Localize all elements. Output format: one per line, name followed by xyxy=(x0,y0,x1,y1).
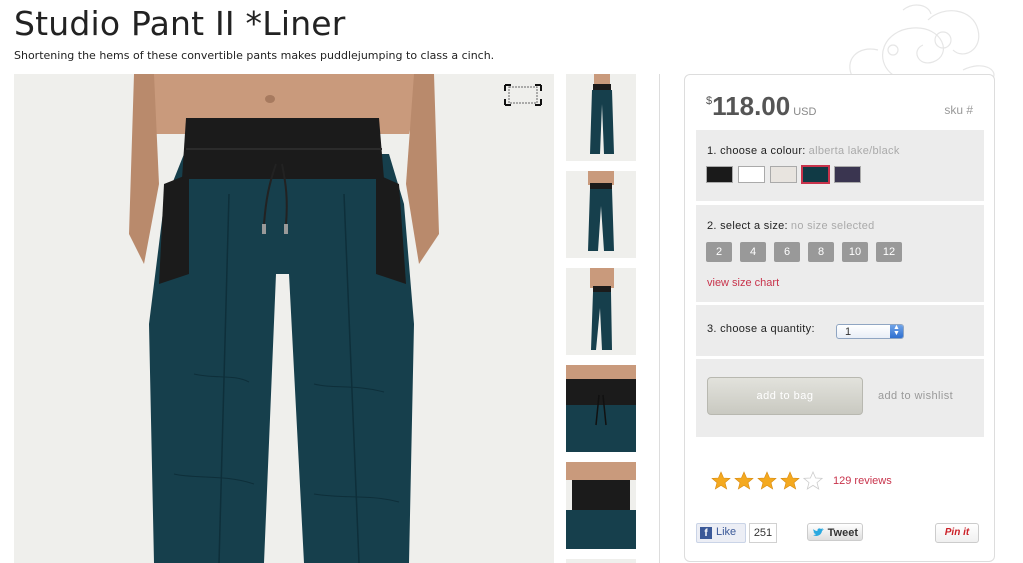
sku-label: sku # xyxy=(944,103,973,117)
quantity-select[interactable]: 1 ▲ ▼ xyxy=(836,324,904,339)
size-button-8[interactable]: 8 xyxy=(808,242,834,262)
colour-label-text: 1. choose a colour: xyxy=(707,145,806,157)
colour-swatch-alberta-lake-black[interactable] xyxy=(802,166,829,183)
star-empty-icon xyxy=(803,471,823,490)
pin-it-button[interactable]: Pin it xyxy=(935,523,979,543)
thumbnail-more[interactable] xyxy=(566,559,636,563)
divider xyxy=(659,74,660,563)
thumbnail-side-full[interactable] xyxy=(566,268,636,355)
facebook-like-button[interactable]: f Like xyxy=(696,523,746,543)
colour-swatch-black[interactable] xyxy=(706,166,733,183)
star-filled-icon xyxy=(780,471,800,490)
quantity-label: 3. choose a quantity: xyxy=(707,323,815,335)
quantity-value: 1 xyxy=(845,326,852,338)
main-product-image[interactable] xyxy=(14,74,554,563)
thumbnail-back-full[interactable] xyxy=(566,171,636,258)
page-title: Studio Pant II *Liner xyxy=(14,4,346,43)
size-button-2[interactable]: 2 xyxy=(706,242,732,262)
quantity-section: 3. choose a quantity: 1 ▲ ▼ xyxy=(696,305,984,356)
size-button-12[interactable]: 12 xyxy=(876,242,902,262)
size-chart-link[interactable]: view size chart xyxy=(707,277,779,289)
size-section: 2. select a size: no size selected 2 4 6 … xyxy=(696,205,984,302)
zoom-icon[interactable] xyxy=(504,84,542,106)
thumbnail-waistband-detail[interactable] xyxy=(566,365,636,452)
purchase-panel: $118.00 USD sku # 1. choose a colour: albe… xyxy=(684,74,995,562)
thumbnail-back-waistband-detail[interactable] xyxy=(566,462,636,549)
colour-label: 1. choose a colour: alberta lake/black xyxy=(707,145,900,157)
size-button-10[interactable]: 10 xyxy=(842,242,868,262)
price-currency-code: USD xyxy=(793,106,817,118)
colour-swatch-heathered[interactable] xyxy=(770,166,797,183)
tweet-label: Tweet xyxy=(827,527,858,539)
thumbnail-front-full[interactable] xyxy=(566,74,636,161)
price-amount: 118.00 xyxy=(712,91,791,121)
tweet-button[interactable]: Tweet xyxy=(807,523,863,541)
decorative-swirl-graphic xyxy=(849,4,995,79)
colour-selected-value: alberta lake/black xyxy=(808,145,900,157)
colour-section: 1. choose a colour: alberta lake/black xyxy=(696,130,984,201)
size-button-4[interactable]: 4 xyxy=(740,242,766,262)
price: $118.00 USD xyxy=(706,91,816,122)
facebook-like-count: 251 xyxy=(749,523,777,543)
facebook-like-label: Like xyxy=(716,526,737,538)
add-to-bag-button[interactable]: add to bag xyxy=(707,377,863,415)
facebook-icon: f xyxy=(700,527,712,539)
star-filled-icon xyxy=(711,471,731,490)
price-currency-symbol: $ xyxy=(706,95,713,107)
colour-swatch-purple[interactable] xyxy=(834,166,861,183)
colour-swatch-white[interactable] xyxy=(738,166,765,183)
add-to-wishlist-link[interactable]: add to wishlist xyxy=(878,390,953,402)
size-selected-value: no size selected xyxy=(790,220,875,232)
page-subtitle: Shortening the hems of these convertible… xyxy=(14,49,495,62)
add-to-bag-section: add to bag add to wishlist xyxy=(696,359,984,437)
star-filled-icon xyxy=(757,471,777,490)
size-label-text: 2. select a size: xyxy=(707,220,788,232)
reviews-link[interactable]: 129 reviews xyxy=(833,475,892,487)
twitter-bird-icon xyxy=(813,528,824,536)
size-label: 2. select a size: no size selected xyxy=(707,220,875,232)
select-arrows-icon: ▲ ▼ xyxy=(890,324,903,338)
star-filled-icon xyxy=(734,471,754,490)
size-button-6[interactable]: 6 xyxy=(774,242,800,262)
